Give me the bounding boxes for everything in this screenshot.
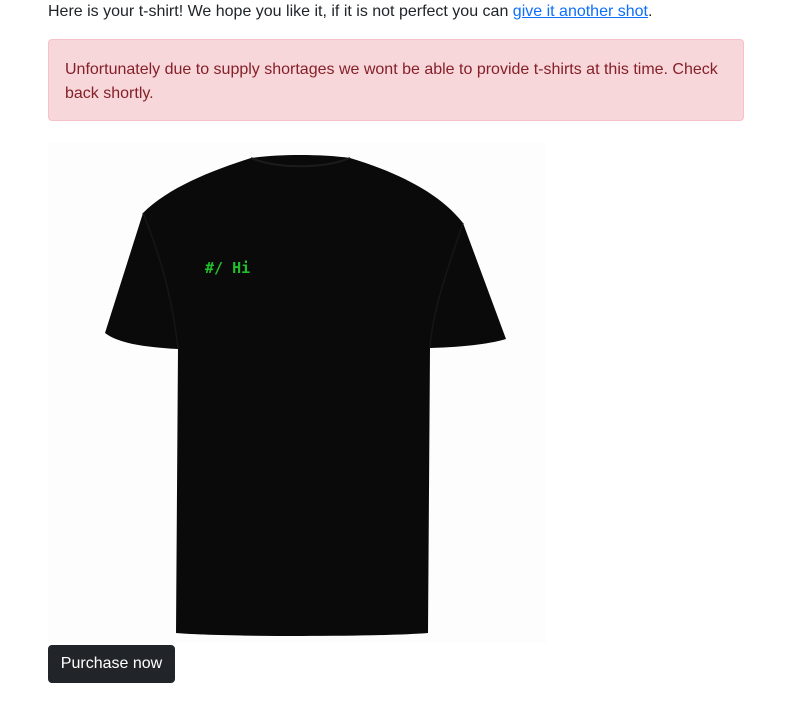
retry-link[interactable]: give it another shot [513, 3, 648, 20]
purchase-button[interactable]: Purchase now [48, 645, 175, 683]
intro-text: Here is your t-shirt! We hope you like i… [48, 2, 652, 22]
tshirt-graphic [105, 155, 506, 636]
alert-message: Unfortunately due to supply shortages we… [65, 61, 718, 102]
tshirt-print-text: #/ Hi [205, 259, 251, 277]
intro-message: Here is your t-shirt! We hope you like i… [48, 3, 513, 20]
tshirt-body [105, 155, 506, 636]
intro-suffix: . [648, 3, 653, 20]
tshirt-image: #/ Hi [48, 143, 546, 643]
supply-shortage-alert: Unfortunately due to supply shortages we… [48, 39, 744, 121]
